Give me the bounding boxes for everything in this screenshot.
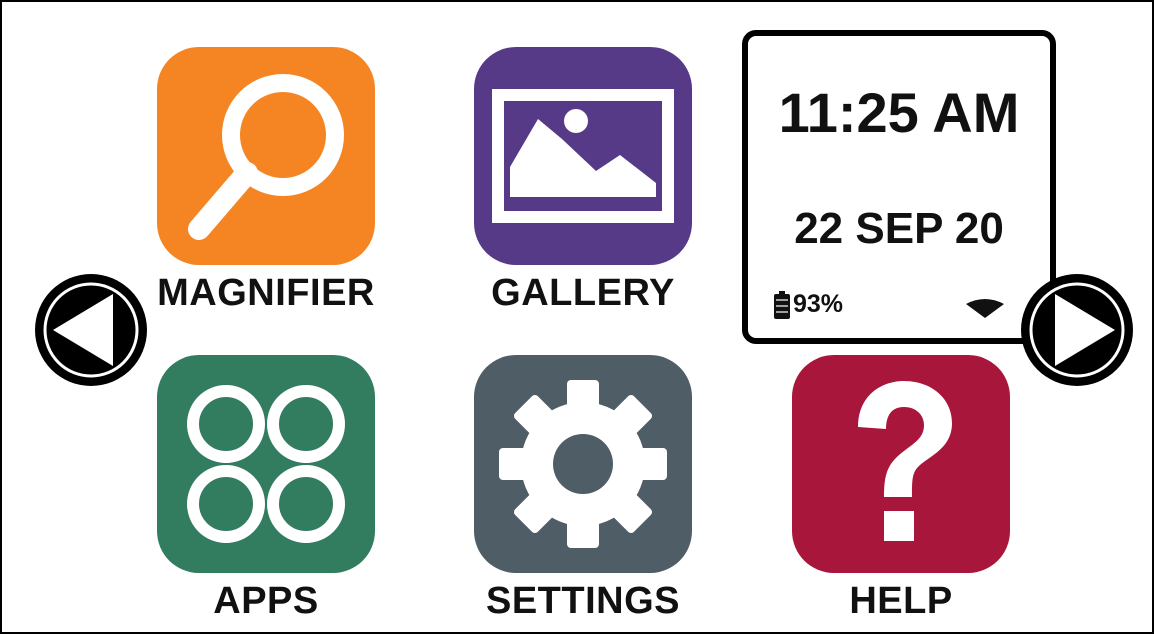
apps-icon: [187, 385, 345, 543]
gear-icon: [499, 380, 667, 548]
arrow-left-icon[interactable]: [33, 272, 149, 388]
magnifier-label: MAGNIFIER: [157, 272, 375, 314]
help-tile[interactable]: [792, 355, 1010, 573]
question-mark-icon: [858, 381, 952, 541]
magnifier-icon: [188, 74, 344, 240]
gallery-icon: [492, 89, 674, 223]
settings-label: SETTINGS: [485, 580, 681, 622]
gallery-tile[interactable]: [474, 47, 692, 265]
status-panel: 11:25 AM 22 SEP 20 93%: [742, 30, 1056, 344]
arrow-right-icon[interactable]: [1019, 272, 1135, 388]
help-label: HELP: [849, 580, 953, 622]
battery-percent: 93%: [793, 290, 844, 318]
magnifier-tile[interactable]: [157, 47, 375, 265]
clock-time: 11:25 AM: [778, 81, 1020, 144]
clock-date: 22 SEP 20: [794, 204, 1004, 253]
settings-tile[interactable]: [474, 355, 692, 573]
battery-icon: [774, 290, 790, 319]
gallery-label: GALLERY: [491, 272, 675, 314]
wifi-icon: [966, 299, 1004, 318]
home-screen: MAGNIFIER GALLERY 11:25 AM 22 SEP 20 93%: [0, 0, 1154, 634]
apps-tile[interactable]: [157, 355, 375, 573]
apps-label: APPS: [213, 580, 319, 622]
battery-status: 93%: [774, 290, 843, 319]
